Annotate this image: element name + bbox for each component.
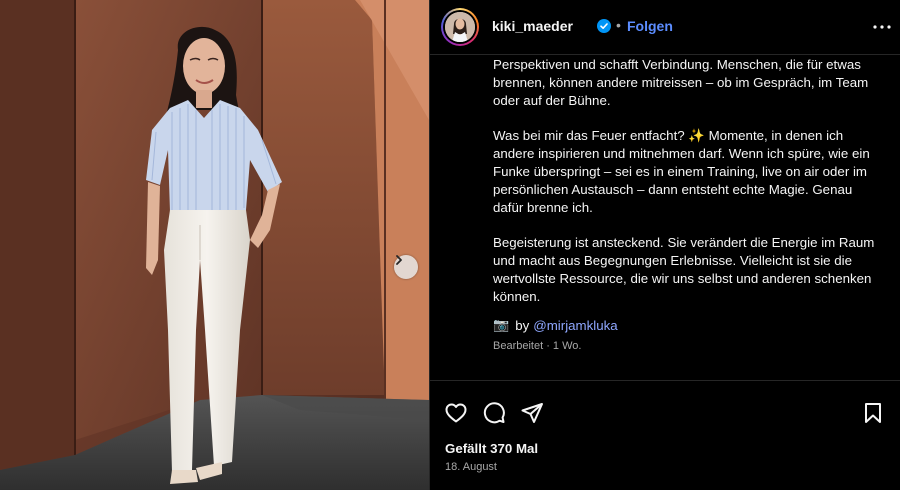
mention-link[interactable]: @mirjamkluka [533,318,617,333]
separator-dot: • [616,17,621,33]
photo-credit: 📷 by @mirjamkluka [493,317,618,333]
action-bar: Gefällt 370 Mal 18. August [430,380,900,490]
caption-paragraph: Was bei mir das Feuer entfacht? ✨ Moment… [493,128,870,215]
caption-paragraph: Begeisterung ist ansteckend. Sie verände… [493,235,875,304]
credit-by-label: by [515,317,530,333]
chevron-right-icon [396,255,402,265]
camera-icon: 📷 [493,317,510,332]
avatar-story-ring[interactable] [441,8,479,46]
username[interactable]: kiki_maeder [492,18,573,34]
post-date[interactable]: 18. August [445,461,497,473]
carousel-next-button[interactable] [394,255,418,279]
share-icon [521,403,543,423]
post-header: kiki_maeder • Folgen [430,0,900,55]
share-button[interactable] [519,400,545,426]
verified-badge-icon [597,19,611,33]
more-options-icon [873,25,891,29]
edited-timestamp: Bearbeitet · 1 Wo. [493,340,582,352]
like-count[interactable]: Gefällt 370 Mal [445,441,538,456]
bookmark-icon [865,403,881,423]
post-caption: Perspektiven und schafft Verbindung. Men… [493,56,883,323]
comment-icon [483,402,505,424]
follow-button[interactable]: Folgen [627,18,673,34]
post-sidebar: kiki_maeder • Folgen Perspektiven und sc… [429,0,900,490]
avatar [445,12,475,42]
photo-illustration [0,0,429,490]
post-photo[interactable] [0,0,429,490]
instagram-post: kiki_maeder • Folgen Perspektiven und sc… [0,0,900,490]
heart-icon [445,403,467,423]
more-options-button[interactable] [870,17,894,37]
comment-button[interactable] [481,400,507,426]
save-button[interactable] [860,400,886,426]
like-button[interactable] [443,400,469,426]
caption-paragraph: Perspektiven und schafft Verbindung. Men… [493,57,869,108]
